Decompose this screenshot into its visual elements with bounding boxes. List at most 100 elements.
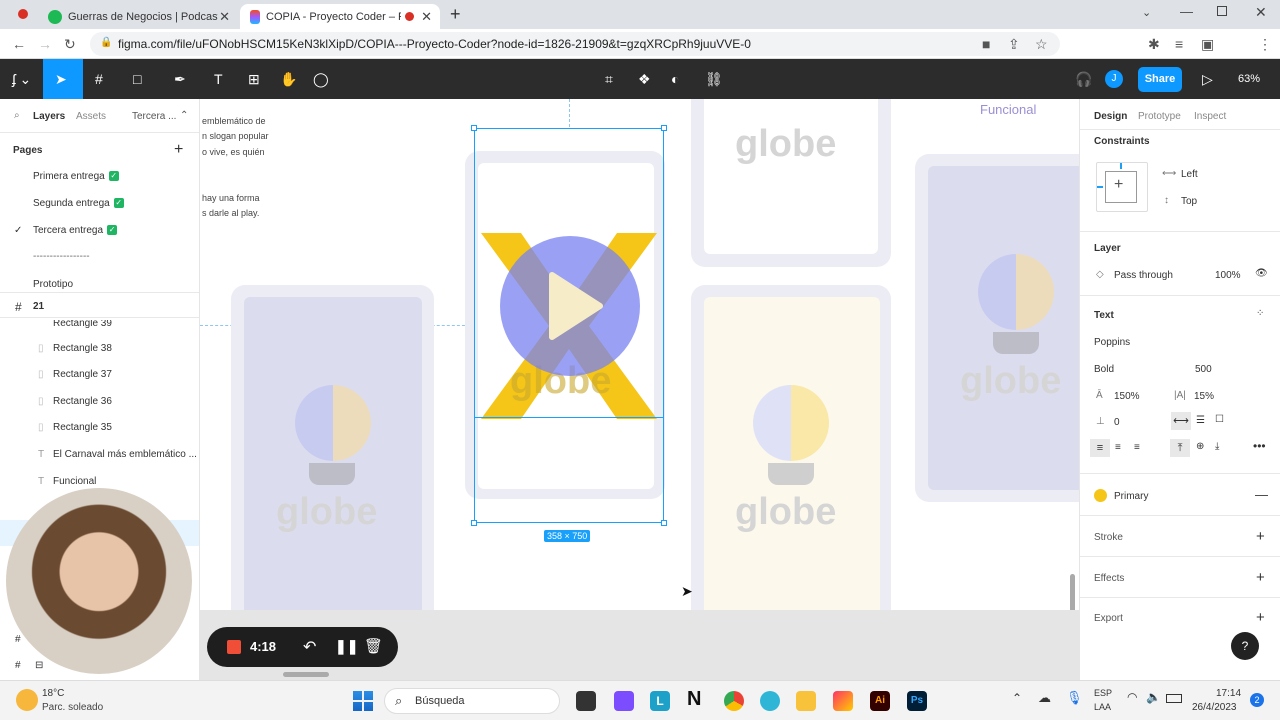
align-center-icon[interactable]: ≡ <box>1115 442 1121 453</box>
link-icon[interactable]: ⛓ <box>705 71 723 87</box>
resize-handle[interactable] <box>661 125 667 131</box>
chrome-icon[interactable] <box>724 691 744 711</box>
crop-icon[interactable]: ⌗ <box>605 71 613 87</box>
layer-item[interactable]: Rectangle 39 <box>53 320 112 329</box>
onedrive-icon[interactable]: ☁ <box>1038 690 1051 706</box>
pause-icon[interactable]: ❚❚ <box>335 638 358 655</box>
page-item[interactable]: Prototipo <box>33 279 73 290</box>
clock-date[interactable]: 26/4/2023 <box>1192 702 1237 713</box>
menu-kebab-icon[interactable]: ⋮ <box>1258 36 1272 52</box>
tab-layers[interactable]: Layers <box>33 111 65 122</box>
browser-tab-figma[interactable]: COPIA - Proyecto Coder – Fi ✕ <box>240 4 440 29</box>
new-tab-button[interactable]: + <box>450 4 461 25</box>
creative-cloud-icon[interactable] <box>833 691 853 711</box>
share-button[interactable]: Share <box>1138 67 1182 92</box>
region-code[interactable]: LAA <box>1094 702 1111 712</box>
align-top-button[interactable]: ⤒ <box>1170 439 1190 457</box>
fill-style-name[interactable]: Primary <box>1114 491 1148 502</box>
constraint-vertical[interactable]: Top <box>1181 196 1197 207</box>
task-view-icon[interactable] <box>576 691 596 711</box>
resources-icon[interactable]: ⊞ <box>248 71 260 87</box>
mask-icon[interactable]: ◐ <box>671 71 679 87</box>
snipping-tool-icon[interactable] <box>614 691 634 711</box>
frame-tool-icon[interactable]: # <box>95 71 103 87</box>
l-app-icon[interactable]: L <box>650 691 670 711</box>
page-item[interactable]: Tercera entrega ✓ <box>33 225 118 236</box>
weather-desc[interactable]: Parc. soleado <box>42 702 103 713</box>
sidebar-icon[interactable]: ▣ <box>1201 36 1214 52</box>
align-bottom-icon[interactable]: ⤓ <box>1215 441 1219 452</box>
extensions-puzzle-icon[interactable]: ✱ <box>1148 36 1160 52</box>
text-styles-icon[interactable]: ⁘ <box>1256 308 1264 319</box>
page-item[interactable]: Primera entrega ✓ <box>33 171 119 182</box>
edge-icon[interactable] <box>760 691 780 711</box>
layer-item[interactable]: Funcional <box>53 476 96 487</box>
layer-item[interactable]: Rectangle 37 <box>53 369 112 380</box>
page-item[interactable]: ----------------- <box>33 251 90 262</box>
layer-frame[interactable]: 21 <box>33 301 44 312</box>
illustrator-icon[interactable]: Ai <box>870 691 890 711</box>
resize-handle[interactable] <box>471 125 477 131</box>
constraint-horizontal[interactable]: Left <box>1181 169 1198 180</box>
layer-opacity[interactable]: 100% <box>1215 270 1241 281</box>
vertical-scrollbar[interactable] <box>1070 574 1075 610</box>
layer-item[interactable]: El Carnaval más emblemático ... <box>53 449 197 460</box>
browser-tab-podcast[interactable]: Guerras de Negocios | Podcast c ✕ <box>38 4 238 29</box>
paragraph-spacing-field[interactable]: 0 <box>1114 417 1120 428</box>
resize-handle[interactable] <box>471 520 477 526</box>
auto-width-button[interactable]: ⟷ <box>1171 412 1191 430</box>
weather-temp[interactable]: 18°C <box>42 688 64 699</box>
shape-tool-icon[interactable]: □ <box>133 71 141 87</box>
component-icon[interactable]: ❖ <box>638 71 651 87</box>
auto-height-icon[interactable]: ☰ <box>1196 415 1205 426</box>
more-options-icon[interactable]: ••• <box>1253 439 1266 453</box>
stop-record-button[interactable] <box>227 640 241 654</box>
close-tab-icon[interactable]: ✕ <box>421 9 432 25</box>
minimize-button[interactable]: — <box>1180 4 1193 19</box>
layer-item[interactable]: Rectangle 36 <box>53 396 112 407</box>
close-tab-icon[interactable]: ✕ <box>219 9 230 25</box>
undo-icon[interactable]: ↶ <box>303 637 316 657</box>
tab-prototype[interactable]: Prototype <box>1138 111 1181 122</box>
file-explorer-icon[interactable] <box>796 691 816 711</box>
user-avatar[interactable]: J <box>1105 70 1123 88</box>
letter-spacing-field[interactable]: 15% <box>1194 391 1214 402</box>
lang-code[interactable]: ESP <box>1094 688 1112 698</box>
headphones-icon[interactable]: 🎧 <box>1075 71 1092 87</box>
resize-handle[interactable] <box>661 520 667 526</box>
weather-icon[interactable] <box>16 689 38 711</box>
design-canvas[interactable]: emblemático de n slogan popular o vive, … <box>200 99 1079 610</box>
maximize-button[interactable] <box>1217 6 1227 16</box>
back-icon[interactable]: ← <box>12 36 26 52</box>
page-item[interactable]: Segunda entrega ✓ <box>33 198 124 209</box>
close-window-button[interactable]: ✕ <box>1255 4 1267 21</box>
eye-icon[interactable]: 👁 <box>1255 268 1268 279</box>
align-left-button[interactable]: ≡ <box>1090 439 1110 457</box>
reading-list-icon[interactable]: ≡ <box>1175 36 1183 52</box>
layer-item[interactable]: Rectangle 38 <box>53 343 112 354</box>
comment-tool-icon[interactable]: ◯ <box>313 71 329 87</box>
tab-inspect[interactable]: Inspect <box>1194 111 1226 122</box>
photoshop-icon[interactable]: Ps <box>907 691 927 711</box>
zoom-level[interactable]: 63% <box>1238 73 1260 85</box>
align-right-icon[interactable]: ≡ <box>1134 442 1140 453</box>
bookmark-star-icon[interactable]: ☆ <box>1035 36 1048 52</box>
address-bar[interactable]: 🔒 figma.com/file/uFONobHSCM15KeN3klXipD/… <box>90 32 1060 56</box>
wifi-icon[interactable]: ◠ <box>1127 690 1137 704</box>
selection-box[interactable] <box>474 128 664 523</box>
chevron-up-icon[interactable]: ⌃ <box>180 110 188 121</box>
share-page-icon[interactable]: ⇪ <box>1008 36 1020 52</box>
add-stroke-icon[interactable]: + <box>1256 528 1265 545</box>
microphone-icon[interactable]: 🎙 <box>1066 690 1083 706</box>
pen-tool-icon[interactable]: ✒ <box>174 71 186 87</box>
figma-menu-icon[interactable]: ʄ ⌄ <box>12 71 31 87</box>
trash-icon[interactable]: 🗑 <box>364 637 383 655</box>
fill-color-swatch[interactable] <box>1094 489 1107 502</box>
clock-time[interactable]: 17:14 <box>1216 688 1241 699</box>
fixed-size-icon[interactable]: ☐ <box>1215 414 1224 425</box>
hand-tool-icon[interactable]: ✋ <box>280 71 297 87</box>
page-selector[interactable]: Tercera ... <box>132 111 176 122</box>
align-middle-icon[interactable]: ⊕ <box>1196 441 1204 452</box>
add-export-icon[interactable]: + <box>1256 609 1265 626</box>
present-play-icon[interactable]: ▷ <box>1202 71 1213 87</box>
